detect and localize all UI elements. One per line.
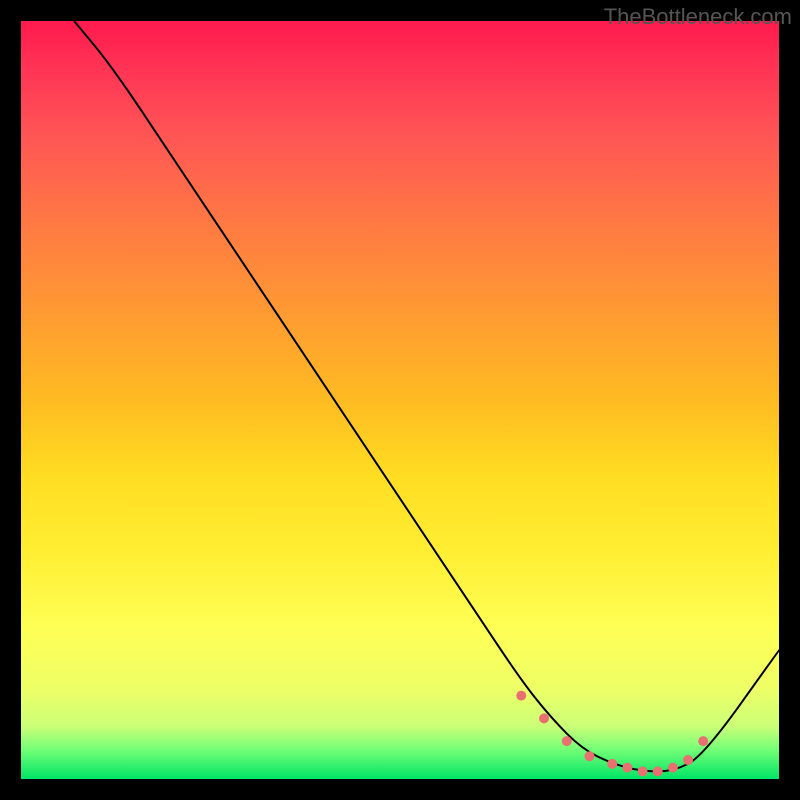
watermark-text: TheBottleneck.com [604,4,792,30]
chart-svg [21,21,779,779]
marker-dot [516,691,526,701]
curve-markers [516,691,708,777]
marker-dot [683,755,693,765]
marker-dot [607,759,617,769]
marker-dot [638,766,648,776]
marker-dot [562,736,572,746]
marker-dot [668,763,678,773]
chart-plot-area [21,21,779,779]
marker-dot [539,713,549,723]
marker-dot [698,736,708,746]
marker-dot [585,751,595,761]
marker-dot [622,763,632,773]
bottleneck-curve [74,21,779,771]
marker-dot [653,766,663,776]
